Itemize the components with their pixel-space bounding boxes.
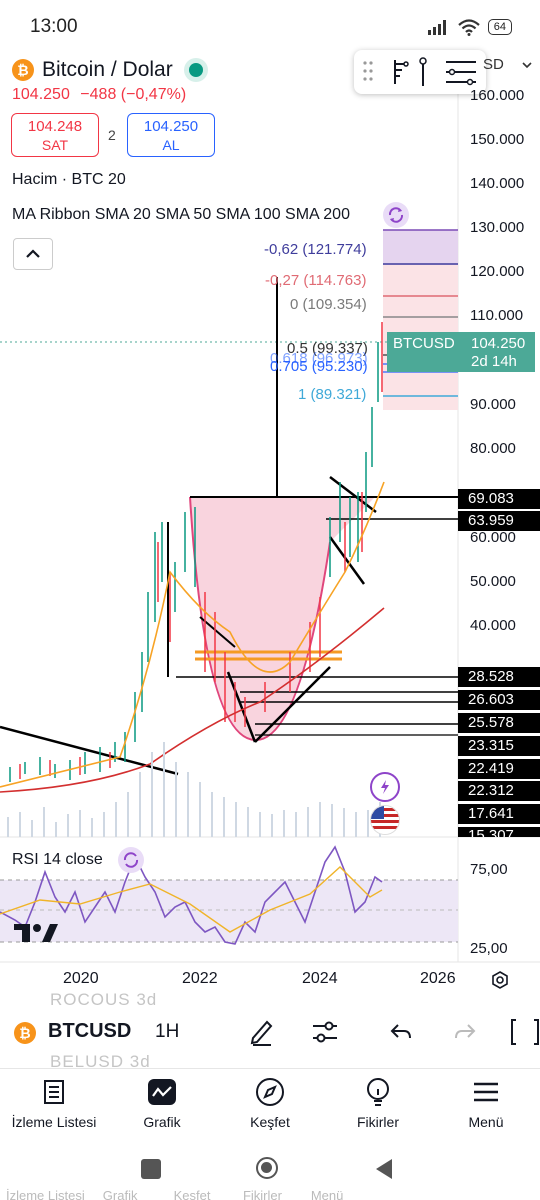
price-axis-label: 80.000 bbox=[470, 440, 516, 457]
price-mark-label: 63.959 bbox=[458, 511, 540, 531]
price-axis-label: 120.000 bbox=[470, 263, 525, 280]
nav-ideas[interactable]: Fikirler bbox=[324, 1076, 432, 1130]
symbol-selector[interactable]: BTCUSD bbox=[48, 1020, 131, 1043]
chart-settings-icon[interactable] bbox=[490, 970, 510, 995]
nav-label: Menü bbox=[468, 1114, 504, 1130]
drawing-pen-icon[interactable] bbox=[247, 1016, 277, 1048]
drag-handle-icon[interactable] bbox=[362, 60, 374, 82]
cup-pattern-area bbox=[190, 497, 375, 741]
last-price-value: 104.250 bbox=[471, 335, 526, 352]
chart-icon bbox=[148, 1079, 176, 1105]
price-mark-label: 23.315 bbox=[458, 736, 540, 756]
battery-icon: 64 bbox=[487, 19, 512, 35]
price-mark-label: 69.083 bbox=[458, 489, 540, 509]
time-axis-label: 2024 bbox=[302, 970, 338, 987]
price-mark-label: 22.419 bbox=[458, 759, 540, 779]
price-axis-label: 150.000 bbox=[470, 131, 525, 148]
price-axis-label: 110.000 bbox=[470, 307, 524, 324]
rsi-settings-icon[interactable] bbox=[118, 847, 144, 873]
drawing-toolbar[interactable] bbox=[354, 50, 486, 94]
rsi-axis-label: 25,00 bbox=[470, 940, 508, 957]
home-button[interactable] bbox=[256, 1157, 278, 1179]
rsi-indicator-label[interactable]: RSI 14 close bbox=[12, 851, 103, 869]
currency-select[interactable]: SD bbox=[483, 56, 532, 73]
back-button[interactable] bbox=[374, 1158, 394, 1180]
menu-icon bbox=[474, 1082, 498, 1102]
indicators-sliders-icon[interactable] bbox=[310, 1016, 340, 1048]
ghost-nav-labels: İzleme Listesi Grafik Keşfet Fikirler Me… bbox=[6, 1188, 344, 1200]
rsi-band bbox=[0, 880, 458, 942]
nav-watchlist[interactable]: İzleme Listesi bbox=[0, 1076, 108, 1130]
nav-label: Grafik bbox=[143, 1114, 181, 1130]
price-mark-label: 26.603 bbox=[458, 690, 540, 710]
price-axis-label: 90.000 bbox=[470, 396, 516, 413]
nav-label: Keşfet bbox=[250, 1114, 290, 1130]
undo-icon[interactable] bbox=[386, 1016, 416, 1048]
signal-icon bbox=[427, 20, 446, 35]
fib-level-label: -0,62 (121.774) bbox=[264, 241, 367, 258]
time-axis-label: 2020 bbox=[63, 970, 99, 987]
nav-chart[interactable]: Grafik bbox=[108, 1076, 216, 1130]
horizontal-lines-tool-icon[interactable] bbox=[444, 58, 478, 86]
ideas-bulb-icon bbox=[367, 1078, 389, 1106]
time-axis-label: 2026 bbox=[420, 970, 456, 987]
price-axis-label: 160.000 bbox=[470, 87, 525, 104]
chevron-down-icon bbox=[522, 62, 532, 69]
watchlist-icon bbox=[44, 1080, 64, 1104]
nav-explore[interactable]: Keşfet bbox=[216, 1076, 324, 1130]
fullscreen-icon[interactable] bbox=[510, 1016, 540, 1048]
price-mark-label: 22.312 bbox=[458, 781, 540, 801]
time-axis-label: 2022 bbox=[182, 970, 218, 987]
price-mark-label: 15.307 bbox=[458, 827, 540, 837]
bitcoin-logo-icon: ₿ bbox=[14, 1022, 36, 1044]
currency-label: SD bbox=[483, 56, 504, 73]
last-price-countdown: 2d 14h bbox=[471, 353, 517, 370]
fib-level-label: 0 (109.354) bbox=[290, 296, 367, 313]
status-time: 13:00 bbox=[30, 16, 78, 37]
price-axis-label: 60.000 bbox=[470, 529, 516, 546]
price-mark-label: 17.641 bbox=[458, 804, 540, 824]
last-price-symbol: BTCUSD bbox=[393, 335, 455, 352]
nav-label: Fikirler bbox=[357, 1114, 399, 1130]
us-flag-event-icon[interactable] bbox=[370, 805, 400, 835]
price-mark-label: 25.578 bbox=[458, 713, 540, 733]
fib-tool-icon[interactable] bbox=[390, 58, 412, 86]
interval-selector[interactable]: 1H bbox=[155, 1021, 179, 1043]
redo-icon[interactable] bbox=[450, 1016, 480, 1048]
price-mark-label: 28.528 bbox=[458, 667, 540, 687]
rsi-axis-label: 75,00 bbox=[470, 861, 508, 878]
recent-apps-button[interactable] bbox=[141, 1159, 161, 1179]
status-icons: 64 bbox=[427, 17, 512, 37]
fib-level-label: 1 (89.321) bbox=[298, 386, 367, 403]
nav-label: İzleme Listesi bbox=[11, 1114, 97, 1130]
vertical-line-tool-icon[interactable] bbox=[416, 56, 430, 88]
wifi-icon bbox=[458, 18, 480, 36]
fib-level-label: 0.705 (95.230) bbox=[270, 358, 368, 375]
price-axis-label: 130.000 bbox=[470, 219, 525, 236]
tradingview-logo bbox=[14, 922, 58, 950]
lightning-event-icon[interactable] bbox=[370, 772, 400, 802]
price-axis-label: 40.000 bbox=[470, 617, 516, 634]
fib-level-label: -0,27 (114.763) bbox=[265, 272, 367, 289]
last-price-tag: BTCUSD 104.250 2d 14h bbox=[387, 332, 535, 372]
price-axis-label: 140.000 bbox=[470, 175, 525, 192]
price-axis-label: 50.000 bbox=[470, 573, 516, 590]
nav-menu[interactable]: Menü bbox=[432, 1076, 540, 1130]
ghost-symbol-row: ROCOUS 3d bbox=[50, 990, 158, 1009]
status-bar: 13:00 64 bbox=[0, 0, 540, 52]
compass-icon bbox=[256, 1078, 284, 1106]
